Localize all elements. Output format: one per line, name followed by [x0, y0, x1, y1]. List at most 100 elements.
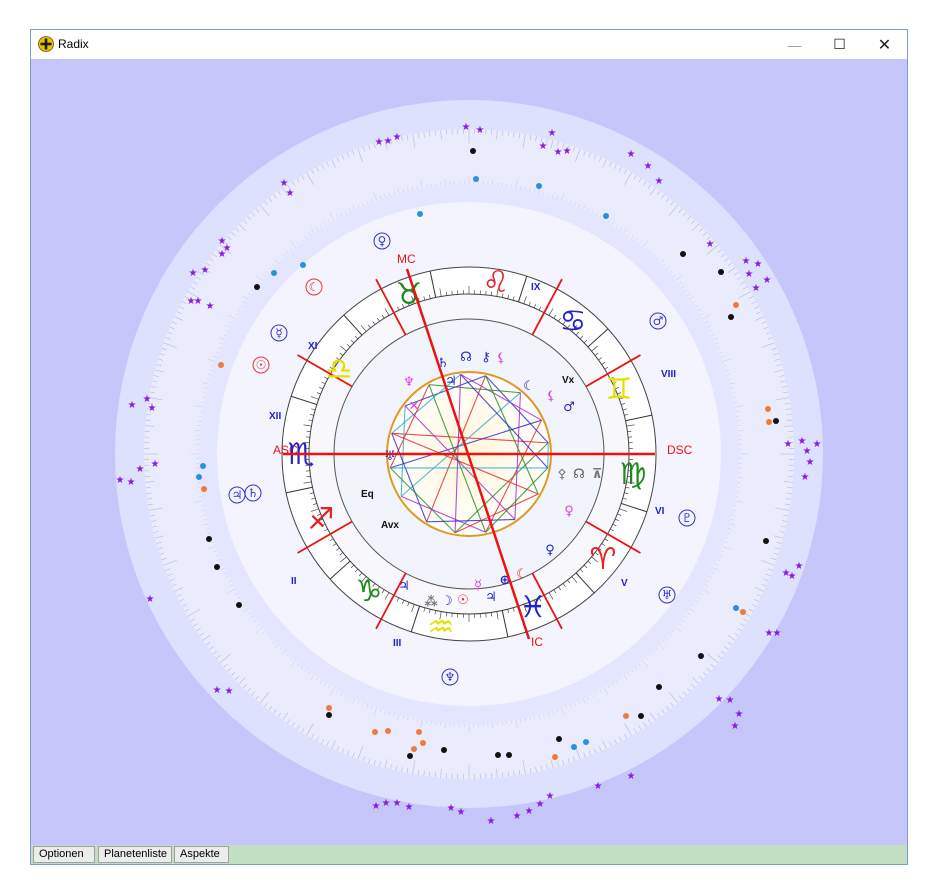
close-button[interactable]: ✕	[862, 30, 907, 59]
fixed-star-marker: ★	[813, 439, 822, 450]
svg-text:♂: ♂	[653, 314, 664, 328]
point-dot	[201, 486, 207, 492]
point-dot	[206, 536, 212, 542]
fixed-star-marker: ★	[201, 265, 210, 276]
planet-list-button[interactable]: Planetenliste	[98, 846, 172, 863]
vertex-label: Vx	[562, 375, 575, 386]
point-dot	[214, 564, 220, 570]
house-number-3: III	[393, 638, 402, 649]
fixed-star-marker: ★	[536, 799, 545, 810]
point-dot	[441, 747, 447, 753]
planet-glyph: ☾	[516, 567, 528, 582]
minimize-button[interactable]: —	[772, 30, 817, 59]
planet-glyph: ♀	[564, 504, 574, 519]
point-dot	[571, 744, 577, 750]
fixed-star-marker: ★	[375, 137, 384, 148]
zodiac-aquarius-icon: ♒	[428, 610, 455, 645]
point-dot	[385, 728, 391, 734]
svg-text:☿: ☿	[275, 326, 282, 340]
fixed-star-marker: ★	[189, 268, 198, 279]
fixed-star-marker: ★	[627, 771, 636, 782]
fixed-star-marker: ★	[127, 477, 136, 488]
house-number-5: V	[621, 578, 628, 589]
planet-glyph: ⁂	[424, 595, 438, 610]
fixed-star-marker: ★	[644, 161, 653, 172]
point-dot	[236, 602, 242, 608]
planet-glyph: ♆	[403, 375, 415, 390]
fixed-star-marker: ★	[513, 811, 522, 822]
fixed-star-marker: ★	[405, 802, 414, 813]
fixed-star-marker: ★	[393, 132, 402, 143]
point-dot	[556, 736, 562, 742]
point-dot	[326, 705, 332, 711]
planet-glyph: ⚴	[557, 467, 567, 482]
bottom-toolbar: Optionen Planetenliste Aspekte	[31, 845, 907, 864]
svg-text:♃: ♃	[232, 488, 243, 502]
fixed-star-marker: ★	[803, 446, 812, 457]
aspects-button[interactable]: Aspekte	[174, 846, 229, 863]
planet-glyph: ⚷	[481, 350, 491, 365]
point-dot	[506, 752, 512, 758]
fixed-star-marker: ★	[206, 301, 215, 312]
fixed-star-marker: ★	[487, 816, 496, 827]
fixed-star-marker: ★	[548, 128, 557, 139]
maximize-button[interactable]: ☐	[817, 30, 862, 59]
svg-text:♆: ♆	[445, 670, 456, 684]
planet-glyph: ☊	[573, 467, 585, 482]
zodiac-aries-icon: ♈	[590, 542, 617, 577]
fixed-star-marker: ★	[655, 176, 664, 187]
point-dot	[773, 418, 779, 424]
ic-label: IC	[531, 635, 543, 649]
point-dot	[698, 653, 704, 659]
zodiac-sagittarius-icon: ♐	[308, 502, 335, 537]
fixed-star-marker: ★	[726, 695, 735, 706]
fixed-star-marker: ★	[382, 798, 391, 809]
options-button[interactable]: Optionen	[33, 846, 95, 863]
fixed-star-marker: ★	[784, 439, 793, 450]
fixed-star-marker: ★	[801, 472, 810, 483]
point-dot	[411, 746, 417, 752]
svg-text:♇: ♇	[682, 511, 693, 525]
planet-glyph: ☉	[457, 593, 469, 608]
fixed-star-marker: ★	[372, 801, 381, 812]
point-dot	[733, 302, 739, 308]
fixed-star-marker: ★	[706, 239, 715, 250]
point-dot	[680, 251, 686, 257]
app-logo-icon	[38, 36, 54, 52]
radix-chart[interactable]: ★★★★ ★ ★★★ ★ ★★★★★★★★★★★★ ★★★ ★★★★★ ★ ★★★★★ ★★ ★★ ★…	[31, 59, 907, 845]
fixed-star-marker: ★	[447, 803, 456, 814]
planet-glyph: ♃	[485, 590, 497, 605]
point-dot	[420, 740, 426, 746]
point-dot	[300, 262, 306, 268]
fixed-star-marker: ★	[116, 475, 125, 486]
house-number-12: XII	[269, 411, 281, 422]
point-dot	[271, 270, 277, 276]
point-dot	[583, 739, 589, 745]
planet-glyph: ✕	[409, 399, 420, 414]
fixed-star-marker: ★	[457, 807, 466, 818]
point-dot	[623, 713, 629, 719]
fixed-star-marker: ★	[462, 122, 471, 133]
fixed-star-marker: ★	[136, 464, 145, 475]
point-dot	[656, 684, 662, 690]
point-dot	[763, 538, 769, 544]
planet-glyph: ⊼	[592, 467, 603, 482]
planet-glyph: ♂	[563, 400, 575, 415]
planet-glyph: ☽	[441, 594, 453, 609]
fixed-star-marker: ★	[806, 457, 815, 468]
point-dot	[718, 269, 724, 275]
fixed-star-marker: ★	[627, 149, 636, 160]
fixed-star-marker: ★	[146, 594, 155, 605]
fixed-star-marker: ★	[735, 709, 744, 720]
fixed-star-marker: ★	[742, 256, 751, 267]
planet-glyph: ☊	[460, 350, 472, 365]
fixed-star-marker: ★	[225, 686, 234, 697]
point-dot	[196, 474, 202, 480]
point-dot	[416, 729, 422, 735]
point-dot	[326, 712, 332, 718]
fixed-star-marker: ★	[539, 141, 548, 152]
fixed-star-marker: ★	[763, 275, 772, 286]
fixed-star-marker: ★	[546, 791, 555, 802]
fixed-star-marker: ★	[554, 147, 563, 158]
zodiac-cancer-icon: ♋	[560, 304, 587, 339]
